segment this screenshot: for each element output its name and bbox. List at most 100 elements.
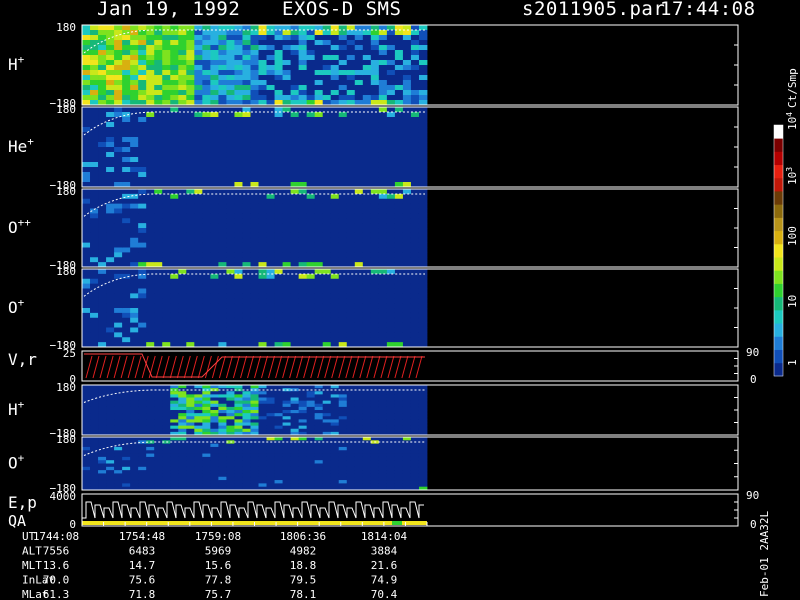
spectrogram-cell (394, 322, 404, 328)
spectrogram-cell (346, 162, 356, 168)
spectrogram-cell (314, 247, 324, 253)
spectrogram-cell (282, 208, 291, 214)
spectrogram-cell (146, 127, 155, 133)
spectrogram-cell (114, 416, 123, 420)
spectrogram-cell (114, 25, 123, 31)
spectrogram-cell (402, 293, 412, 299)
spectrogram-cell (210, 85, 219, 91)
spectrogram-cell (338, 198, 348, 205)
spectrogram-cell (194, 273, 203, 280)
spectrogram-cell (138, 425, 147, 430)
spectrogram-cell (410, 117, 420, 123)
spectrogram-cell (146, 269, 155, 275)
spectrogram-cell (138, 152, 147, 158)
spectrogram-cell (410, 298, 420, 304)
spectrogram-cell (338, 75, 348, 81)
spectrogram-cell (226, 65, 235, 71)
spectrogram-cell (378, 232, 388, 239)
spectrogram-cell (218, 252, 227, 258)
spectrogram-cell (170, 317, 179, 324)
spectrogram-cell (146, 75, 155, 81)
spectrogram-cell (266, 223, 275, 229)
spectrogram-cell (266, 476, 275, 481)
spectrogram-cell (418, 298, 428, 304)
spectrogram-cell (218, 232, 227, 239)
spectrogram-cell (410, 65, 420, 71)
spectrogram-cell (82, 25, 91, 31)
spectrogram-cell (170, 406, 179, 411)
spectrogram-cell (330, 247, 340, 253)
spectrogram-cell (114, 40, 123, 46)
spectrogram-cell (154, 237, 163, 244)
spectrogram-cell (154, 247, 163, 253)
spectrogram-cell (330, 312, 340, 319)
spectrogram-cell (354, 167, 364, 173)
spectrogram-cell (202, 273, 211, 280)
spectrogram-cell (218, 403, 227, 408)
spectrogram-cell (418, 30, 428, 36)
spectrogram-cell (282, 403, 291, 408)
spectrogram-cell (362, 152, 372, 158)
spectrogram-cell (330, 446, 340, 451)
spectrogram-cell (226, 446, 235, 451)
spectrogram-cell (330, 85, 340, 91)
spectrogram-cell (186, 117, 195, 123)
colorbar: 104103100101Ct/Smp (773, 68, 799, 377)
spectrogram-cell (226, 45, 235, 51)
spectrogram-cell (162, 247, 171, 253)
spectrogram-cell (138, 223, 147, 229)
spectrogram-cell (322, 85, 332, 91)
spectrogram-cell (202, 410, 211, 414)
spectrogram-cell (242, 218, 251, 224)
spectrogram-cell (274, 322, 283, 328)
ephemeris-value: 61.3 (43, 588, 70, 600)
spectrogram-cell (290, 470, 300, 474)
spectrogram-cell (402, 132, 412, 138)
spectrogram-cell (274, 385, 283, 389)
spectrogram-cell (298, 453, 308, 458)
spectrogram-cell (410, 152, 420, 158)
spectrogram-cell (194, 198, 203, 205)
spectrogram-cell (298, 218, 308, 224)
spectrogram-cell (178, 40, 187, 46)
spectrogram-cell (402, 322, 412, 328)
spectrogram-cell (250, 456, 259, 461)
spectrogram-cell (402, 391, 412, 395)
spectrogram-cell (234, 80, 243, 86)
spectrogram-cell (226, 308, 235, 314)
spectrogram-cell (306, 198, 316, 205)
spectrogram-cell (290, 298, 300, 304)
spectrogram-cell (314, 152, 324, 158)
spectrogram-cell (362, 40, 372, 46)
spectrogram-cell (162, 298, 171, 304)
spectrogram-cell (210, 60, 219, 66)
spectrogram-cell (178, 213, 187, 219)
spectrogram-cell (186, 167, 195, 173)
spectrogram-cell (194, 157, 203, 163)
spectrogram-cell (322, 152, 332, 158)
spectrogram-cell (146, 162, 155, 168)
spectrogram-cell (370, 223, 380, 229)
spectrogram-cell (106, 157, 115, 163)
spectrogram-cell (370, 237, 380, 244)
spectrogram-cell (202, 480, 211, 484)
spectrogram-cell (258, 450, 267, 454)
spectrogram-cell (282, 273, 291, 280)
spectrogram-cell (106, 132, 115, 138)
spectrogram-cell (194, 50, 203, 56)
spectrogram-cell (298, 75, 308, 81)
spectrogram-cell (186, 127, 195, 133)
spectrogram-cell (170, 223, 179, 229)
spectrogram-cell (170, 425, 179, 430)
spectrogram-cell (282, 406, 291, 411)
spectrogram-cell (106, 419, 115, 423)
spectrogram-cell (210, 453, 219, 458)
spectrogram-cell (154, 55, 163, 61)
spectrogram-cell (258, 483, 267, 488)
spectrogram-cell (274, 40, 283, 46)
spectrogram-cell (370, 413, 380, 417)
spectrogram-cell (282, 55, 291, 61)
spectrogram-cell (346, 463, 356, 468)
spectrogram-cell (330, 189, 340, 195)
spectrogram-cell (146, 85, 155, 91)
